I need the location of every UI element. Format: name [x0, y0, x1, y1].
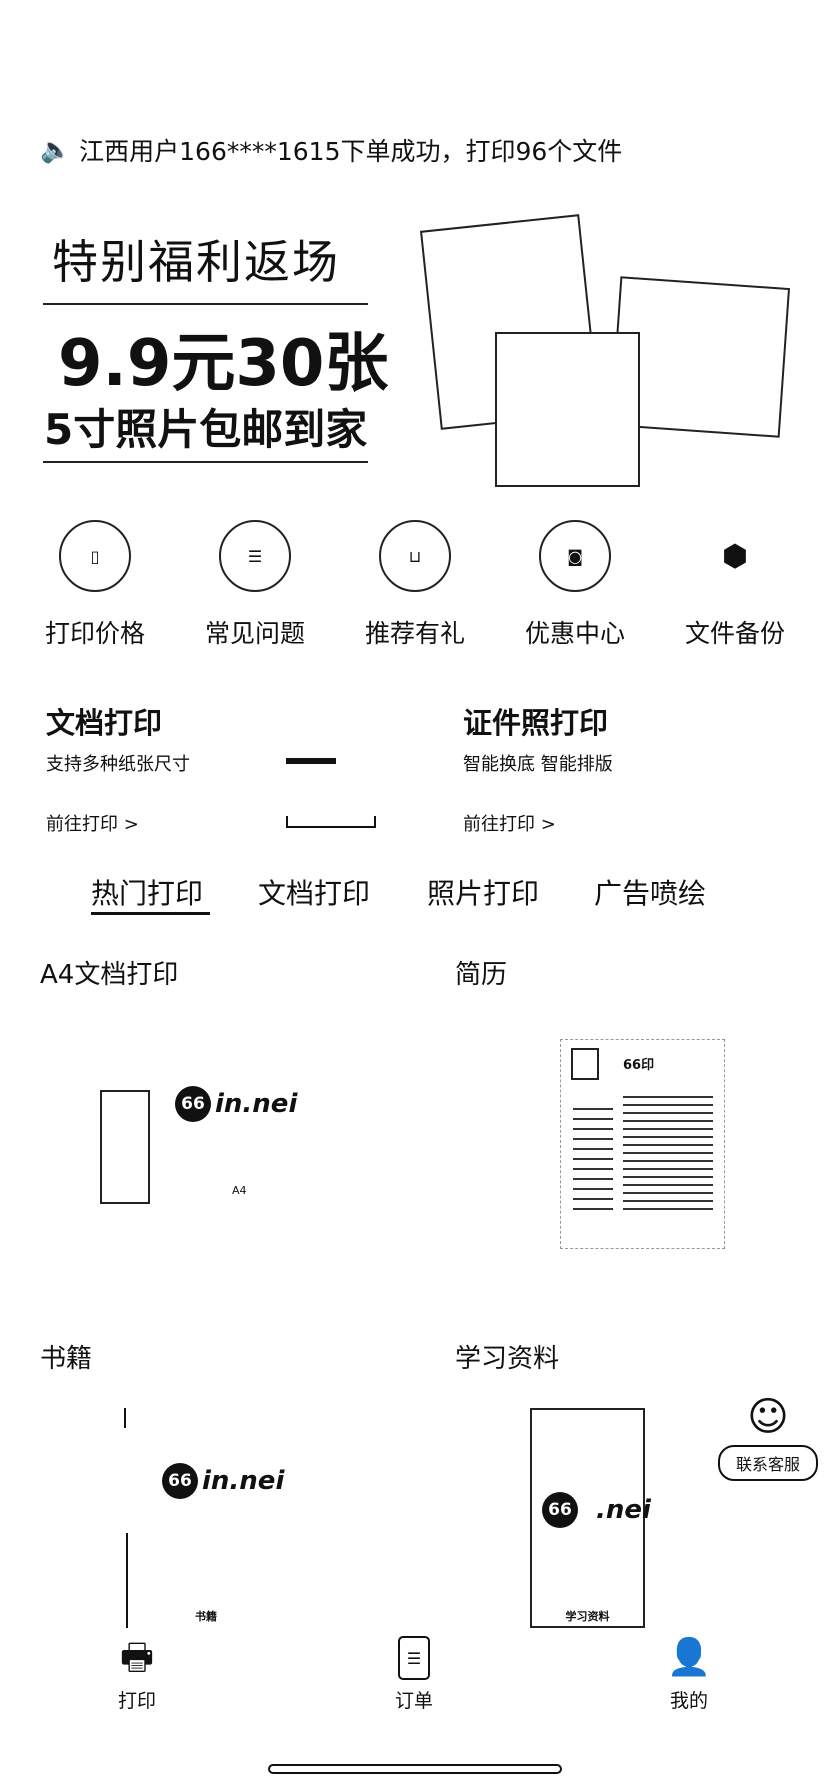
product-title: A4文档打印 [40, 960, 179, 990]
card-subtitle: 支持多种纸张尺寸 [46, 754, 190, 775]
agent-icon: ☺ [747, 1394, 789, 1440]
tab-document[interactable]: 文档打印 [258, 872, 370, 912]
banner-price: 9.9元30张 [58, 327, 389, 401]
shortcut-label: 优惠中心 [524, 619, 625, 648]
printer-illustration [286, 758, 336, 764]
shortcut-print-price[interactable]: ▯ 打印价格 [25, 520, 165, 650]
resume-thumbnail: 66印 [560, 1039, 725, 1249]
product-a4[interactable]: A4文档打印 66 in.nei A4 [40, 954, 410, 1284]
shortcut-referral[interactable]: ⊔ 推荐有礼 [345, 520, 485, 650]
card-subtitle: 智能换底 智能排版 [463, 754, 613, 775]
study-thumbnail: 66 .nei 学习资料 [530, 1408, 651, 1628]
card-link[interactable]: 前往打印 > [46, 810, 139, 836]
home-indicator[interactable] [268, 1764, 562, 1774]
card-id-photo-print[interactable]: 证件照打印 智能换底 智能排版 前往打印 > [463, 700, 803, 840]
faq-icon: ☰ [219, 520, 291, 592]
printer-tray [286, 816, 376, 828]
shortcut-label: 常见问题 [204, 619, 305, 648]
order-icon: ☰ [398, 1636, 430, 1680]
nav-label: 订单 [394, 1690, 433, 1712]
shortcut-label: 打印价格 [44, 619, 145, 648]
thumb-caption: A4 [232, 1184, 247, 1197]
card-document-print[interactable]: 文档打印 支持多种纸张尺寸 前往打印 > [46, 700, 406, 840]
card-title: 文档打印 [46, 706, 163, 740]
thumb-caption: 书籍 [195, 1610, 217, 1623]
customer-service-button[interactable]: ☺ 联系客服 [718, 1390, 818, 1490]
service-label: 联系客服 [718, 1445, 818, 1481]
shortcut-faq[interactable]: ☰ 常见问题 [185, 520, 325, 650]
tab-indicator [91, 912, 210, 915]
divider [43, 461, 368, 463]
nav-mine[interactable]: 👤 我的 [629, 1636, 749, 1713]
divider [43, 303, 368, 305]
shortcut-coupons[interactable]: ◙ 优惠中心 [505, 520, 645, 650]
nav-orders[interactable]: ☰ 订单 [354, 1636, 474, 1713]
product-study-materials[interactable]: 学习资料 66 .nei 学习资料 [455, 1338, 725, 1638]
photos-image [419, 212, 791, 487]
tab-photo[interactable]: 照片打印 [427, 872, 539, 912]
gift-icon: ⊔ [379, 520, 451, 592]
tab-advertising[interactable]: 广告喷绘 [594, 872, 706, 912]
coupon-icon: ◙ [539, 520, 611, 592]
user-icon: 👤 [666, 1637, 712, 1678]
banner-line1: 特别福利返场 [52, 235, 340, 289]
tab-hot[interactable]: 热门打印 [91, 872, 203, 912]
shortcut-label: 文件备份 [684, 619, 785, 648]
shortcut-label: 推荐有礼 [364, 619, 465, 648]
promo-banner[interactable]: 特别福利返场 9.9元30张 5寸照片包邮到家 [0, 200, 828, 490]
card-title: 证件照打印 [463, 706, 609, 740]
notice-text: 江西用户166****1615下单成功，打印96个文件 [79, 137, 623, 166]
order-notice: 🔈 江西用户166****1615下单成功，打印96个文件 [40, 132, 622, 168]
logo: 66 in.nei [162, 1463, 284, 1499]
product-title: 书籍 [40, 1344, 93, 1374]
product-books[interactable]: 书籍 66 in.nei 书籍 [40, 1338, 410, 1638]
price-icon: ▯ [59, 520, 131, 592]
product-title: 学习资料 [455, 1344, 560, 1374]
logo: 66 in.nei [175, 1086, 297, 1122]
printer-icon: 🖶 [120, 1637, 154, 1678]
nav-label: 打印 [117, 1690, 156, 1712]
banner-line3: 5寸照片包邮到家 [44, 405, 368, 454]
product-resume[interactable]: 简历 66印 [455, 954, 795, 1284]
phone-illustration [100, 1090, 150, 1204]
shortcut-backup[interactable]: ⬢ 文件备份 [665, 520, 805, 650]
backup-icon: ⬢ [721, 538, 749, 574]
nav-label: 我的 [669, 1690, 708, 1712]
nav-print[interactable]: 🖶 打印 [77, 1636, 197, 1713]
product-title: 简历 [455, 960, 508, 990]
card-link[interactable]: 前往打印 > [463, 810, 556, 836]
speaker-icon: 🔈 [40, 135, 72, 164]
